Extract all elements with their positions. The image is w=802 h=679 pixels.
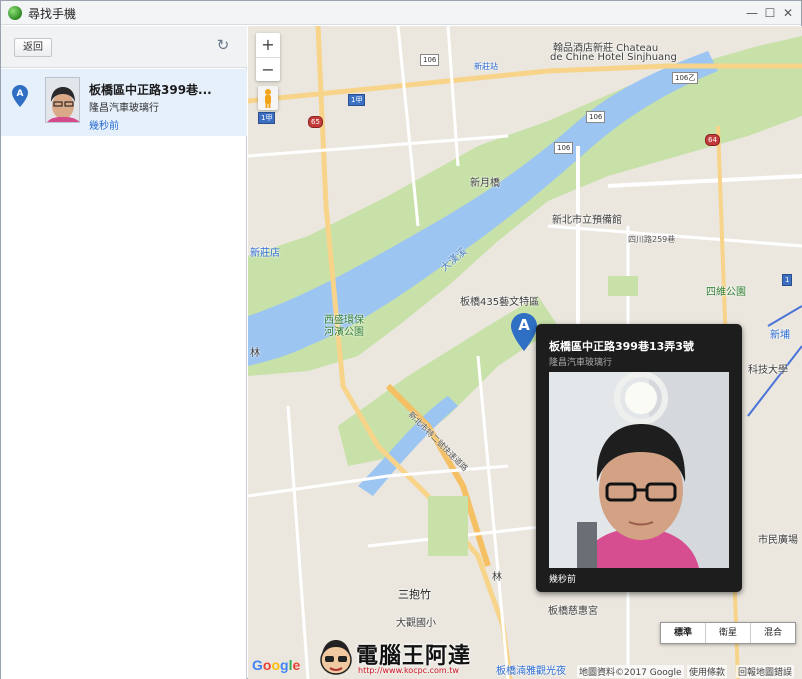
marker-letter: A bbox=[518, 316, 530, 334]
device-photo-thumbnail bbox=[45, 77, 80, 123]
map-label-lane259: 四川路259巷 bbox=[628, 235, 676, 244]
watermark-url: http://www.kocpc.com.tw bbox=[358, 666, 459, 675]
map-label-xinyue-bridge: 新月橋 bbox=[470, 178, 500, 189]
map-type-hybrid[interactable]: 混合 bbox=[751, 623, 795, 643]
refresh-icon[interactable]: ↻ bbox=[215, 37, 231, 53]
map-label-xinzhuang-store: 新莊店 bbox=[250, 248, 280, 259]
map-label-xinfu: 新埔 bbox=[770, 330, 790, 341]
maximize-icon[interactable]: ☐ bbox=[761, 4, 779, 22]
zoom-out-button[interactable]: − bbox=[256, 58, 280, 82]
map-label-hotel2: de Chine Hotel Sinjhuang bbox=[550, 52, 677, 63]
marker-letter: A bbox=[17, 89, 24, 99]
map-type-selector: 標準 衛星 混合 bbox=[660, 622, 796, 644]
back-button[interactable]: 返回 bbox=[14, 38, 52, 57]
app-window: 尋找手機 — ☐ ✕ 返回 ↻ A 板橋區中正路399巷... 隆昌汽車玻璃行 … bbox=[0, 0, 802, 679]
map-label-art-zone: 板橋435藝文特區 bbox=[460, 297, 540, 308]
window-title: 尋找手機 bbox=[28, 7, 77, 21]
device-last-seen: 幾秒前 bbox=[89, 121, 119, 132]
close-icon[interactable]: ✕ bbox=[779, 4, 797, 22]
road-shield-65: 65 bbox=[308, 116, 323, 128]
map-label-siwei-park: 四維公園 bbox=[706, 287, 746, 298]
info-time: 幾秒前 bbox=[549, 575, 577, 585]
road-shield-106-3: 106 bbox=[586, 111, 606, 123]
info-subtitle: 隆昌汽車玻璃行 bbox=[549, 358, 613, 368]
device-photo bbox=[549, 372, 729, 568]
map-label-dagui: 大觀國小 bbox=[396, 618, 436, 629]
map-type-standard[interactable]: 標準 bbox=[661, 623, 706, 643]
map-label-huilin: 板橋慈惠宮 bbox=[548, 606, 598, 617]
app-globe-icon bbox=[8, 6, 22, 20]
google-logo: Google bbox=[252, 657, 301, 673]
map-view[interactable]: + − 翰品酒店新莊 Chateau de Chine Hotel Sinjhu… bbox=[248, 26, 802, 679]
map-label-library: 新北市立預備館 bbox=[552, 215, 622, 226]
watermark-mascot-icon bbox=[320, 640, 352, 675]
device-location-subtitle: 隆昌汽車玻璃行 bbox=[89, 103, 159, 114]
map-label-tech-univ: 科技大學 bbox=[748, 365, 788, 376]
watermark: 電腦王阿達 http://www.kocpc.com.tw bbox=[318, 638, 498, 678]
terms-link[interactable]: 使用條款 bbox=[687, 665, 728, 678]
map-label-plaza: 市民廣場 bbox=[758, 535, 798, 546]
report-error-link[interactable]: 回報地圖錯誤 bbox=[736, 665, 795, 678]
map-label-lin: 林 bbox=[250, 348, 260, 359]
road-shield-106-2: 106 bbox=[554, 142, 574, 154]
zoom-in-button[interactable]: + bbox=[256, 33, 280, 57]
sidebar-toolbar: 返回 ↻ bbox=[1, 26, 247, 68]
map-label-lin2: 林 bbox=[492, 572, 502, 583]
minimize-icon[interactable]: — bbox=[743, 4, 761, 22]
info-title: 板橋區中正路399巷13弄3號 bbox=[549, 340, 694, 353]
marker-pin-icon: A bbox=[12, 85, 28, 107]
road-shield-106: 106 bbox=[420, 54, 440, 66]
map-type-satellite[interactable]: 衛星 bbox=[706, 623, 751, 643]
road-shield-1jia: 1甲 bbox=[348, 94, 366, 106]
device-location-title: 板橋區中正路399巷... bbox=[89, 83, 212, 97]
street-view-pegman-icon[interactable] bbox=[258, 86, 278, 110]
road-shield-1: 1 bbox=[782, 274, 793, 286]
map-label-sanbao: 三抱竹 bbox=[398, 588, 431, 601]
device-list-item[interactable]: A 板橋區中正路399巷... 隆昌汽車玻璃行 幾秒前 bbox=[1, 69, 247, 136]
zoom-control: + − bbox=[256, 33, 280, 81]
location-marker-a[interactable]: A bbox=[511, 313, 537, 351]
map-label-park2: 河濱公園 bbox=[324, 327, 364, 338]
road-shield-106b: 106乙 bbox=[672, 72, 699, 84]
sidebar: 返回 ↻ A 板橋區中正路399巷... 隆昌汽車玻璃行 幾秒前 bbox=[1, 26, 247, 679]
road-shield-64: 64 bbox=[705, 134, 720, 146]
map-attribution: 地圖資料©2017 Google bbox=[577, 665, 684, 678]
location-info-window[interactable]: 板橋區中正路399巷13弄3號 隆昌汽車玻璃行 幾秒前 bbox=[536, 324, 742, 592]
map-label-night-market: 板橋湳雅觀光夜 bbox=[496, 666, 566, 677]
map-label-xinzhuang-station: 新莊站 bbox=[474, 62, 498, 71]
title-bar: 尋找手機 — ☐ ✕ bbox=[1, 1, 801, 25]
road-shield-1jia-2: 1甲 bbox=[258, 112, 276, 124]
